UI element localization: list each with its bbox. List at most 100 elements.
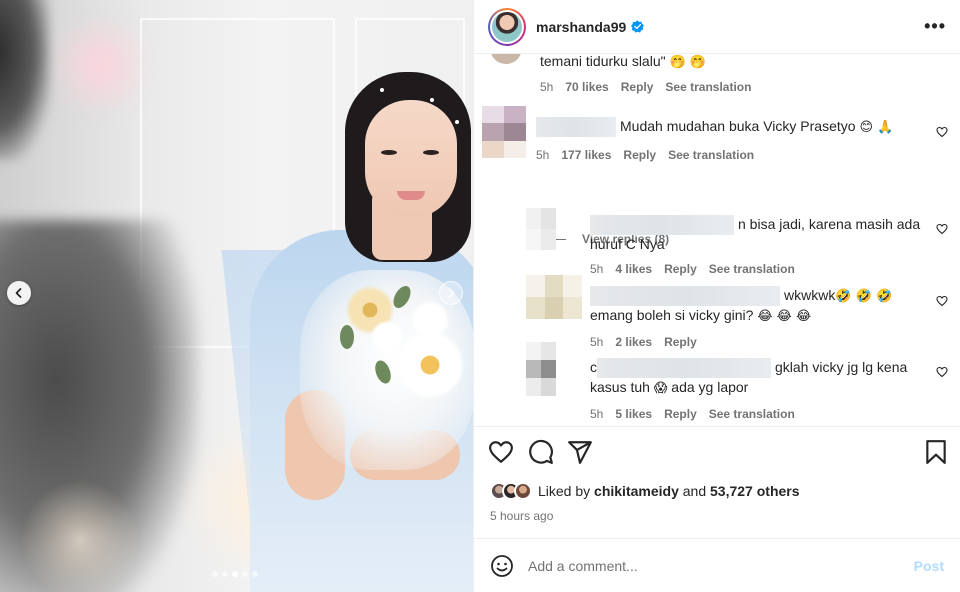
blurred-username xyxy=(536,117,616,138)
avatar[interactable] xyxy=(488,7,526,46)
reply-button[interactable]: Reply xyxy=(664,405,697,423)
post-comment-button[interactable]: Post xyxy=(914,558,944,574)
see-translation-button[interactable]: See translation xyxy=(709,405,795,423)
hair-pearl xyxy=(430,98,434,102)
save-bookmark-icon[interactable] xyxy=(923,439,949,465)
liker-username[interactable]: chikitameidy xyxy=(594,483,679,499)
reply-emoji: 😱 xyxy=(653,381,668,397)
liker-avatar[interactable] xyxy=(514,482,532,500)
eye xyxy=(423,150,439,155)
reply-text: wkwkwk xyxy=(784,287,836,303)
comment-bubble-icon[interactable] xyxy=(528,439,554,465)
comment-time: 5h xyxy=(540,80,554,94)
flower xyxy=(370,320,404,354)
chevron-right-icon xyxy=(448,288,455,298)
comment-likes[interactable]: 2 likes xyxy=(615,333,652,351)
carousel-dot xyxy=(242,571,248,577)
reply-text: n bisa jadi, karena masih ada xyxy=(738,216,921,232)
comment-time: 5h xyxy=(536,148,550,163)
reply-text: kasus tuh xyxy=(590,379,650,396)
carousel-dot xyxy=(212,571,218,577)
comment-likes[interactable]: 4 likes xyxy=(615,260,652,278)
post-actions: Liked by chikitameidy and 53,727 others … xyxy=(474,426,960,538)
face xyxy=(365,100,457,218)
comment: temani tidurku slalu" 🤭 🤭 5h 70 likes Re… xyxy=(540,54,751,96)
comment-text: Mudah mudahan buka Vicky Prasetyo xyxy=(620,118,856,134)
carousel-dots xyxy=(212,571,258,577)
commenter-avatar[interactable] xyxy=(526,342,556,396)
blurred-figure xyxy=(0,0,50,160)
comment-meta: 5h 177 likes Reply See translation xyxy=(536,146,893,164)
carousel-next-button[interactable] xyxy=(439,281,463,305)
leaf xyxy=(340,325,354,349)
comment-input[interactable] xyxy=(528,557,914,574)
post-modal: marshanda99 ••• temani tidurku slalu" 🤭 … xyxy=(0,0,960,592)
flower xyxy=(395,330,465,400)
reply-text: ada yg lapor xyxy=(671,379,749,396)
emoji-icon[interactable] xyxy=(490,554,514,578)
liked-by-label: Liked by xyxy=(538,483,591,499)
post-timestamp[interactable]: 5 hours ago xyxy=(490,509,553,523)
comment-meta: 5h 70 likes Reply See translation xyxy=(540,78,751,96)
reply-button[interactable]: Reply xyxy=(664,333,697,351)
see-translation-button[interactable]: See translation xyxy=(665,78,751,96)
likes-text: Liked by chikitameidy and 53,727 others xyxy=(538,483,800,499)
comment-text: temani tidurku slalu" xyxy=(540,54,666,69)
carousel-prev-button[interactable] xyxy=(7,281,31,305)
comment-time: 5h xyxy=(590,335,604,350)
blurred-flowers xyxy=(40,20,160,110)
comment-emoji: 😊 🙏 xyxy=(859,120,894,135)
reply: c gklah vicky jg lg kena kasus tuh 😱 ada … xyxy=(590,358,907,423)
like-comment-heart-icon[interactable] xyxy=(936,223,948,235)
comment-likes[interactable]: 177 likes xyxy=(561,146,611,164)
eye xyxy=(381,150,397,155)
likes-summary: Liked by chikitameidy and 53,727 others xyxy=(490,482,800,500)
carousel-dot xyxy=(222,571,228,577)
more-options-icon[interactable]: ••• xyxy=(924,16,946,37)
commenter-avatar[interactable] xyxy=(482,106,526,158)
likes-count[interactable]: 53,727 others xyxy=(710,483,800,499)
reply-button[interactable]: Reply xyxy=(623,146,656,164)
reply-text: emang boleh si vicky gini? xyxy=(590,307,754,324)
reply-button[interactable]: Reply xyxy=(664,260,697,278)
comment-emoji: 🤭 🤭 xyxy=(669,55,706,70)
reply: n bisa jadi, karena masih ada huruf C Ny… xyxy=(590,215,920,278)
post-photo[interactable] xyxy=(0,0,473,592)
comment-time: 5h xyxy=(590,407,604,422)
reply-emoji: 😂 😂 😂 xyxy=(757,309,812,325)
hair-pearl xyxy=(380,88,384,92)
like-heart-icon[interactable] xyxy=(488,439,514,465)
commenter-avatar[interactable] xyxy=(490,54,522,64)
reply-button[interactable]: Reply xyxy=(621,78,654,96)
reply-text: huruf C Nya xyxy=(590,236,665,253)
commenter-avatar[interactable] xyxy=(526,275,582,319)
see-translation-button[interactable]: See translation xyxy=(668,146,754,164)
flower xyxy=(410,300,450,340)
blurred-username xyxy=(590,286,780,307)
comment-likes[interactable]: 5 likes xyxy=(615,405,652,423)
hair-pearl xyxy=(455,120,459,124)
reply-text: gklah vicky jg lg kena xyxy=(775,359,908,375)
chevron-left-icon xyxy=(15,288,22,298)
reply: wkwkwk🤣 🤣 🤣 emang boleh si vicky gini? 😂… xyxy=(590,286,892,351)
share-paper-plane-icon[interactable] xyxy=(567,439,593,465)
blurred-username xyxy=(590,215,734,236)
blurred-username xyxy=(597,358,771,379)
username[interactable]: marshanda99 xyxy=(536,19,626,35)
like-comment-heart-icon[interactable] xyxy=(936,126,948,138)
like-comment-heart-icon[interactable] xyxy=(936,295,948,307)
see-translation-button[interactable]: See translation xyxy=(709,260,795,278)
verified-badge-icon xyxy=(631,20,645,33)
carousel-dot xyxy=(252,571,258,577)
light-glow xyxy=(20,480,140,592)
comment-meta: 5h 4 likes Reply See translation xyxy=(590,260,920,278)
comment-likes[interactable]: 70 likes xyxy=(565,78,608,96)
reply-emoji: 🤣 🤣 🤣 xyxy=(835,289,893,304)
comment-meta: 5h 2 likes Reply xyxy=(590,333,892,351)
commenter-avatar[interactable] xyxy=(526,208,556,250)
comment: Mudah mudahan buka Vicky Prasetyo 😊 🙏 5h… xyxy=(536,117,893,164)
comments-list: temani tidurku slalu" 🤭 🤭 5h 70 likes Re… xyxy=(474,54,960,426)
like-comment-heart-icon[interactable] xyxy=(936,366,948,378)
likes-and: and xyxy=(682,483,707,499)
comment-time: 5h xyxy=(590,262,604,277)
